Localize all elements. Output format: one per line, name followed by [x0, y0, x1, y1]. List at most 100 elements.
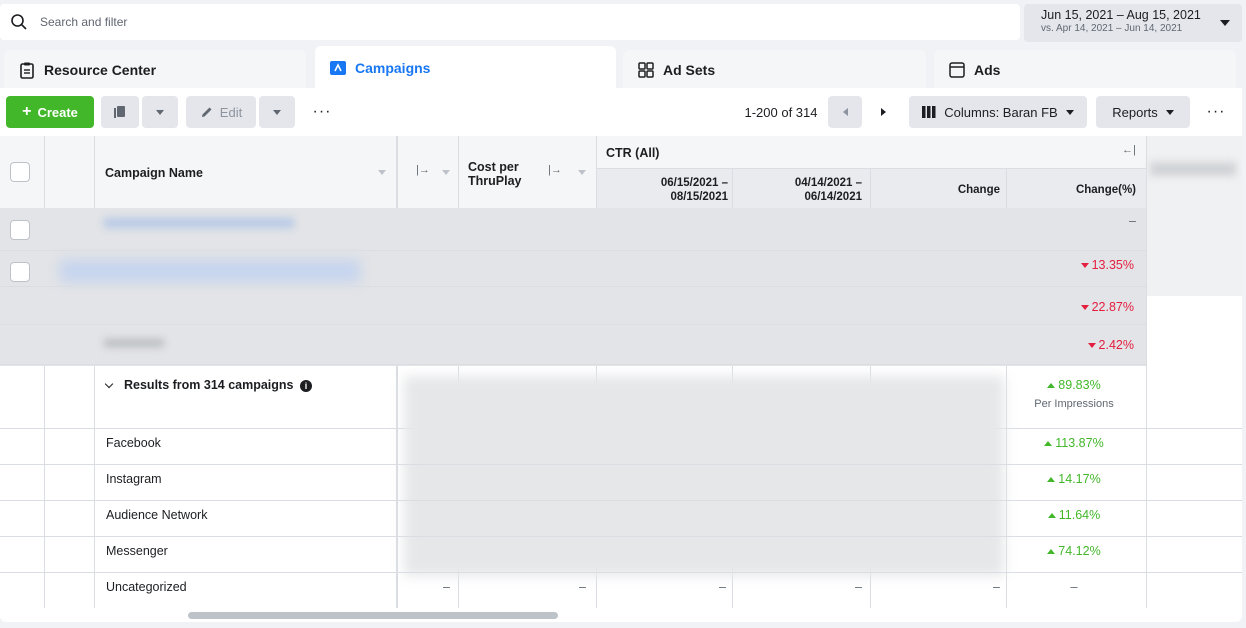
date-range-compare: vs. Apr 14, 2021 – Jun 14, 2021	[1041, 23, 1183, 34]
column-divider	[44, 136, 45, 608]
sort-icon[interactable]	[578, 170, 586, 175]
placement-change-pct: 113.87%	[1012, 436, 1136, 450]
period1-header[interactable]: 06/15/2021 – 08/15/2021	[606, 176, 728, 204]
period2-header[interactable]: 04/14/2021 – 06/14/2021	[738, 176, 862, 204]
change-pct-value: 13.35%	[1091, 258, 1134, 272]
placement-change-pct: 14.17%	[1012, 472, 1136, 486]
search-input[interactable]	[40, 15, 440, 29]
thruplay-label: ThruPlay	[468, 174, 522, 188]
period2-end: 06/14/2021	[804, 191, 862, 203]
create-label: Create	[37, 104, 78, 120]
change-pct-cell: 2.42%	[1012, 338, 1134, 352]
chevron-down-icon	[156, 109, 164, 115]
chevron-down-icon	[104, 379, 114, 389]
date-range-primary: Jun 15, 2021 – Aug 15, 2021	[1041, 8, 1201, 22]
row-divider	[0, 364, 1146, 365]
tab-label: Campaigns	[355, 60, 431, 76]
more-icon: ···	[1206, 103, 1226, 120]
pagination-label: 1-200 of 314	[744, 104, 818, 120]
pin-column-icon[interactable]: |→	[548, 164, 562, 176]
chevron-down-icon	[1065, 109, 1074, 115]
tab-campaigns[interactable]: Campaigns	[315, 46, 616, 90]
placement-name: Facebook	[106, 436, 161, 450]
search-bar[interactable]	[0, 4, 1020, 40]
tab-ad-sets[interactable]: Ad Sets	[623, 50, 926, 90]
sort-icon[interactable]	[378, 170, 386, 175]
horizontal-scrollbar[interactable]	[188, 612, 558, 619]
row-checkbox[interactable]	[10, 262, 30, 282]
select-all-checkbox[interactable]	[10, 162, 30, 182]
pin-column-icon[interactable]: |→	[416, 164, 430, 176]
columns-button[interactable]: Columns: Baran FB	[909, 96, 1087, 128]
placement-name: Messenger	[106, 544, 168, 558]
tab-ads[interactable]: Ads	[934, 50, 1236, 90]
row-divider	[0, 324, 1146, 325]
summary-row-toggle[interactable]: Results from 314 campaigns i	[104, 378, 312, 392]
placement-name: Instagram	[106, 472, 162, 486]
row-divider	[0, 464, 1242, 465]
change-pct-value: 2.42%	[1098, 338, 1134, 352]
change-header[interactable]: Change	[880, 184, 1000, 196]
empty-cell: –	[443, 580, 450, 594]
campaign-name-header[interactable]: Campaign Name	[105, 166, 203, 180]
change-pct-value: 22.87%	[1091, 300, 1134, 314]
summary-change-value: 89.83%	[1058, 378, 1101, 392]
ad-window-icon	[949, 62, 965, 78]
column-divider	[94, 136, 95, 608]
tab-label: Resource Center	[44, 62, 157, 78]
row-divider	[0, 536, 1242, 537]
change-pct-cell: 22.87%	[1012, 300, 1134, 314]
campaigns-table: Campaign Name |→ Cost per ThruPlay |→ CT…	[0, 136, 1242, 622]
edit-dropdown[interactable]	[259, 96, 295, 128]
columns-icon	[922, 106, 936, 118]
row-divider	[0, 572, 1242, 573]
edit-button[interactable]: Edit	[186, 96, 256, 128]
date-range-picker[interactable]: Jun 15, 2021 – Aug 15, 2021 vs. Apr 14, …	[1024, 4, 1242, 42]
placement-name: Audience Network	[106, 508, 208, 522]
hidden-column	[1146, 136, 1242, 296]
column-divider	[1146, 136, 1147, 608]
cost-per-thruplay-header[interactable]: Cost per ThruPlay	[468, 160, 522, 188]
change-pct-header[interactable]: Change(%)	[1012, 184, 1136, 196]
empty-cell: –	[855, 580, 862, 594]
sort-icon[interactable]	[442, 170, 450, 175]
increase-icon	[1044, 441, 1053, 447]
placement-change-pct: 11.64%	[1012, 508, 1136, 522]
more-options-button[interactable]: ···	[1200, 96, 1232, 128]
previous-page-button[interactable]	[828, 96, 862, 128]
reports-label: Reports	[1112, 104, 1158, 120]
decrease-icon	[1087, 343, 1096, 349]
blurred-text	[104, 339, 164, 347]
toolbar: + Create Edit ··· 1-200 of 314 Columns: …	[0, 88, 1242, 136]
empty-cell: –	[579, 580, 586, 594]
columns-label: Columns: Baran FB	[944, 104, 1058, 120]
tab-label: Ad Sets	[663, 62, 716, 78]
more-icon: ···	[312, 103, 332, 120]
blurred-campaign-link	[104, 218, 294, 228]
placement-change-pct: 74.12%	[1012, 544, 1136, 558]
tab-resource-center[interactable]: Resource Center	[4, 50, 306, 90]
chevron-left-icon	[842, 108, 848, 116]
ctr-all-header[interactable]: CTR (All)	[606, 146, 659, 160]
summary-change-pct: 89.83%	[1012, 378, 1136, 392]
change-pct-cell: 13.35%	[1012, 258, 1134, 272]
next-page-button[interactable]	[866, 96, 900, 128]
period2-start: 04/14/2021 –	[794, 177, 862, 189]
decrease-icon	[1080, 263, 1089, 269]
blurred-header	[1150, 162, 1236, 176]
empty-cell: –	[719, 580, 726, 594]
blurred-metrics	[404, 376, 1004, 576]
row-checkbox[interactable]	[10, 220, 30, 240]
increase-icon	[1047, 383, 1056, 389]
period1-start: 06/15/2021 –	[660, 177, 728, 189]
duplicate-dropdown[interactable]	[142, 96, 178, 128]
create-button[interactable]: + Create	[6, 96, 94, 128]
info-icon[interactable]: i	[300, 380, 312, 392]
reports-button[interactable]: Reports	[1096, 96, 1190, 128]
increase-icon	[1047, 549, 1056, 555]
duplicate-button[interactable]	[101, 96, 139, 128]
more-actions-button[interactable]: ···	[306, 96, 338, 128]
plus-icon: +	[22, 103, 32, 120]
collapse-column-icon[interactable]: ←|	[1122, 144, 1136, 156]
chevron-right-icon	[880, 108, 886, 116]
